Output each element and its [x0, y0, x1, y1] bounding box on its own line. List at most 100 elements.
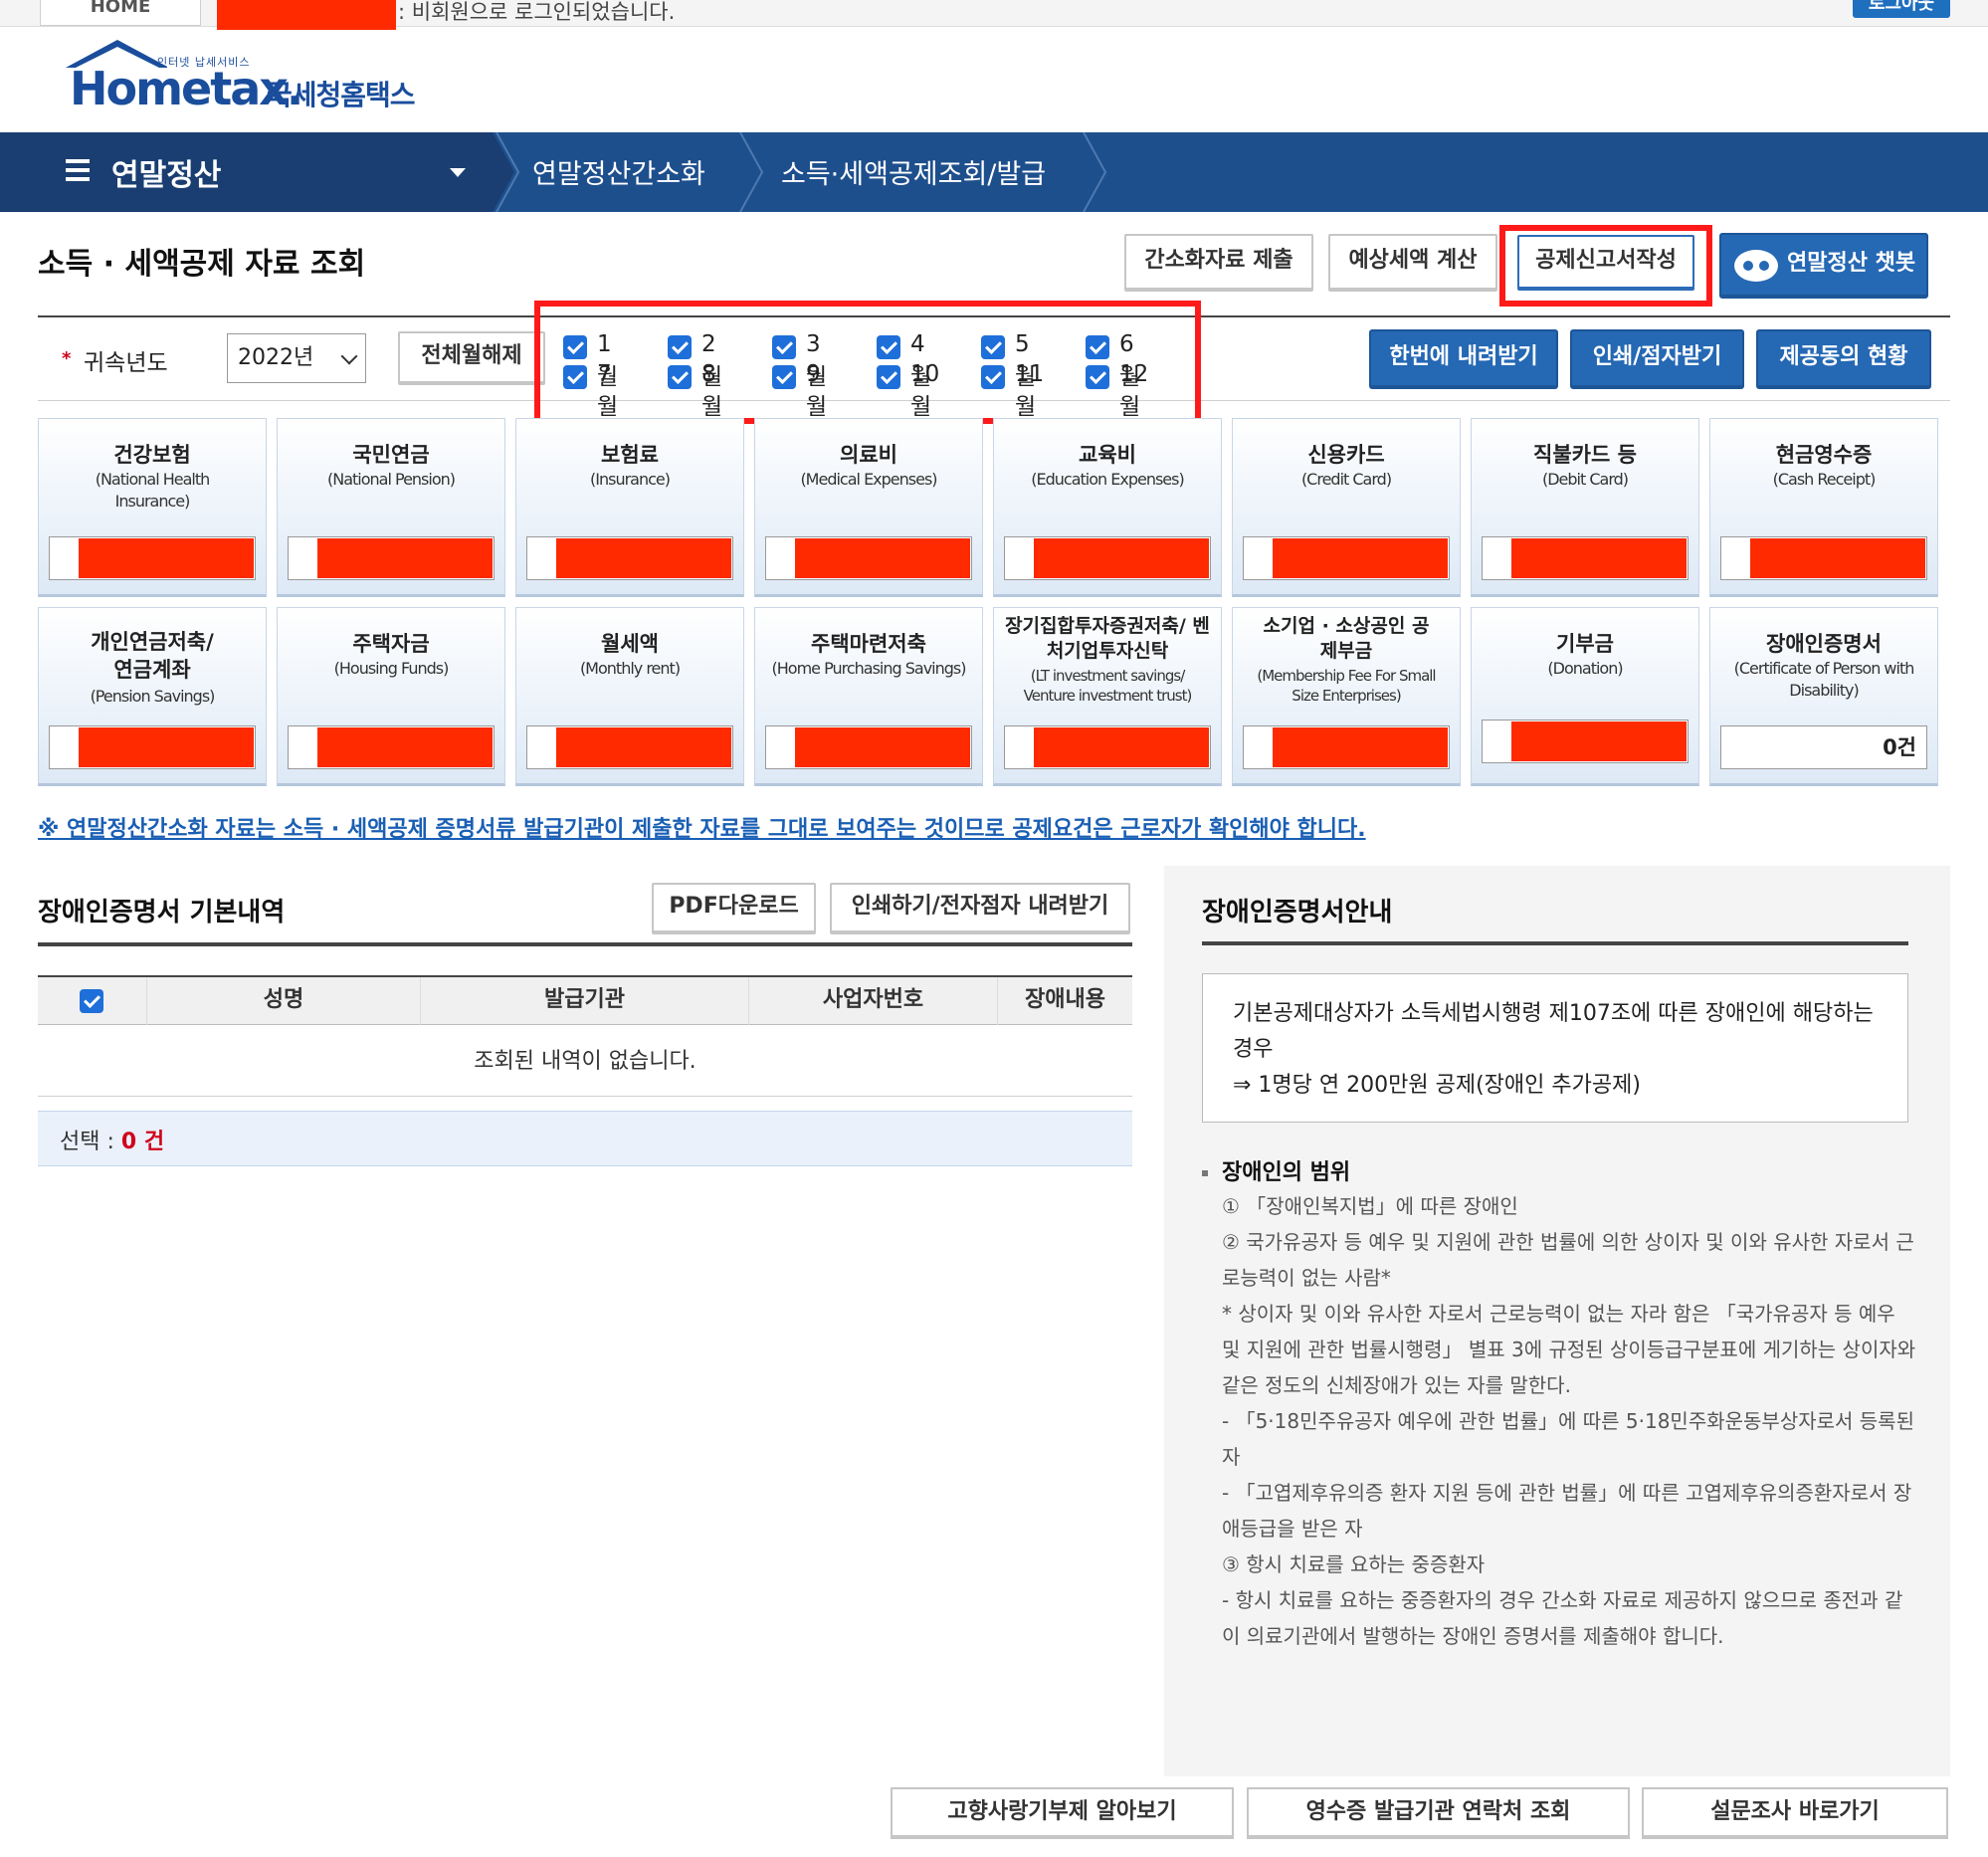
card-disability-certificate[interactable]: 장애인증명서 (Certificate of Person with Disab…: [1709, 607, 1938, 786]
redacted-value: [317, 538, 493, 578]
card-subtitle: (Cash Receipt): [1772, 470, 1877, 489]
redacted-value: [1511, 538, 1687, 578]
scope-title-text: 장애인의 범위: [1222, 1160, 1351, 1185]
card-credit-card[interactable]: 신용카드 (Credit Card): [1232, 418, 1461, 597]
card-title: 장기집합투자증권저축/ 벤처기업투자신탁: [1005, 615, 1210, 662]
breadcrumb-simplified[interactable]: 연말정산간소화: [532, 152, 705, 191]
table-empty-message: 조회된 내역이 없습니다.: [38, 1027, 1132, 1097]
chevron-separator-icon: [493, 132, 520, 212]
redacted-value: [1750, 538, 1925, 578]
guide-summary-box: 기본공제대상자가 소득세법시행령 제107조에 따른 장애인에 해당하는 경우 …: [1202, 973, 1908, 1123]
card-value: 0건: [1720, 725, 1927, 769]
column-header-issuer: 발급기관: [421, 977, 749, 1025]
card-subtitle: (Certificate of Person with Disability): [1733, 659, 1915, 700]
scope-line: * 상이자 및 이와 유사한 자로서 근로능력이 없는 자라 함은 「국가유공자…: [1222, 1302, 1916, 1397]
card-title: 주택자금: [352, 632, 430, 656]
hometown-donation-button[interactable]: 고향사랑기부제 알아보기: [891, 1787, 1234, 1839]
checkbox-checked-icon[interactable]: [80, 989, 103, 1013]
receipt-issuer-contact-button[interactable]: 영수증 발급기관 연락처 조회: [1247, 1787, 1630, 1839]
card-lt-investment-savings[interactable]: 장기집합투자증권저축/ 벤처기업투자신탁 (LT investment savi…: [993, 607, 1222, 786]
chevron-down-icon[interactable]: [450, 168, 466, 177]
year-label: 귀속년도: [84, 350, 168, 376]
menu-title: 연말정산: [111, 158, 222, 193]
bullet-square-icon: [1202, 1170, 1208, 1176]
page-title: 소득 · 세액공제 자료 조회: [38, 247, 366, 282]
scope-line: - 「고엽제후유의증 환자 지원 등에 관한 법률」에 따른 고엽제후유의증환자…: [1222, 1481, 1912, 1541]
download-all-button[interactable]: 한번에 내려받기: [1369, 329, 1558, 389]
menu-dropdown[interactable]: 연말정산: [0, 132, 493, 212]
highlight-box-report: [1499, 225, 1712, 307]
card-housing-funds[interactable]: 주택자금 (Housing Funds): [277, 607, 505, 786]
scope-body: ① 「장애인복지법」에 따른 장애인 ② 국가유공자 등 예우 및 지원에 관한…: [1222, 1188, 1918, 1654]
clear-all-months-button[interactable]: 전체월해제: [398, 331, 545, 385]
card-cash-receipt[interactable]: 현금영수증 (Cash Receipt): [1709, 418, 1938, 597]
card-subtitle: (Credit Card): [1300, 470, 1392, 489]
chatbot-icon: [1734, 250, 1778, 282]
year-select-value: 2022년: [238, 345, 314, 370]
card-subtitle: (Education Expenses): [1031, 470, 1184, 489]
print-braille-button[interactable]: 인쇄/점자받기: [1570, 329, 1744, 389]
chatbot-button[interactable]: 연말정산 챗봇: [1719, 233, 1928, 299]
redacted-value: [795, 727, 970, 767]
redacted-value: [1034, 727, 1209, 767]
login-status-message: : 비회원으로 로그인되었습니다.: [398, 0, 676, 24]
scope-line: ② 국가유공자 등 예우 및 지원에 관한 법률에 의한 상이자 및 이와 유사…: [1222, 1230, 1914, 1290]
year-select[interactable]: 2022년: [227, 333, 366, 383]
redacted-user-name: [217, 0, 396, 30]
card-title: 주택마련저축: [811, 632, 926, 656]
section-divider: [38, 942, 1132, 946]
card-national-pension[interactable]: 국민연금 (National Pension): [277, 418, 505, 597]
redacted-value: [1034, 538, 1209, 578]
chevron-separator-icon: [739, 132, 764, 212]
selection-summary: 선택 : 0 건: [38, 1111, 1132, 1166]
card-title: 건강보험: [113, 443, 191, 467]
card-title: 의료비: [840, 443, 897, 467]
redacted-value: [556, 727, 731, 767]
print-braille-download-button[interactable]: 인쇄하기/전자점자 내려받기: [830, 883, 1130, 934]
card-insurance[interactable]: 보험료 (Insurance): [515, 418, 744, 597]
home-tab[interactable]: HOME: [40, 0, 201, 26]
scope-line: ① 「장애인복지법」에 따른 장애인: [1222, 1194, 1518, 1218]
scope-title: 장애인의 범위: [1202, 1154, 1350, 1186]
card-health-insurance[interactable]: 건강보험 (National Health Insurance): [38, 418, 267, 597]
section-title-disability-basic: 장애인증명서 기본내역: [38, 898, 286, 928]
column-header-disability: 장애내용: [1025, 987, 1105, 1012]
scope-line: - 항시 치료를 요하는 중증환자의 경우 간소화 자료로 제공하지 않으므로 …: [1222, 1588, 1903, 1648]
breadcrumb-deduction-lookup[interactable]: 소득·세액공제조회/발급: [781, 152, 1046, 191]
chevron-separator-icon: [1083, 132, 1107, 212]
card-subtitle: (Housing Funds): [333, 659, 450, 678]
card-subtitle: (Membership Fee For Small Size Enterpris…: [1257, 667, 1436, 705]
card-title: 신용카드: [1307, 443, 1385, 467]
hometax-logo[interactable]: 인터넷 납세서비스 Hometax. 국세청홈택스: [58, 38, 436, 129]
estimate-tax-button[interactable]: 예상세액 계산: [1328, 234, 1497, 292]
redacted-value: [1273, 538, 1448, 578]
card-subtitle: (Pension Savings): [90, 687, 216, 706]
card-pension-savings[interactable]: 개인연금저축/ 연금계좌 (Pension Savings): [38, 607, 267, 786]
card-education-expenses[interactable]: 교육비 (Education Expenses): [993, 418, 1222, 597]
main-nav: 연말정산 연말정산간소화 소득·세액공제조회/발급: [0, 132, 1988, 212]
select-all-cell: [38, 977, 147, 1025]
card-title: 교육비: [1079, 443, 1136, 467]
hamburger-icon[interactable]: [66, 159, 90, 183]
chatbot-label: 연말정산 챗봇: [1787, 251, 1916, 276]
card-monthly-rent[interactable]: 월세액 (Monthly rent): [515, 607, 744, 786]
card-home-purchasing-savings[interactable]: 주택마련저축 (Home Purchasing Savings): [754, 607, 983, 786]
consent-status-button[interactable]: 제공동의 현황: [1756, 329, 1931, 389]
survey-button[interactable]: 설문조사 바로가기: [1642, 1787, 1948, 1839]
deduction-notice-link[interactable]: ※ 연말정산간소화 자료는 소득 · 세액공제 증명서류 발급기관이 제출한 자…: [38, 811, 1366, 843]
column-header-business-number: 사업자번호: [749, 977, 998, 1025]
submit-simplified-data-button[interactable]: 간소화자료 제출: [1124, 234, 1313, 292]
card-title: 소기업 · 소상공인 공제부금: [1263, 615, 1430, 662]
card-medical-expenses[interactable]: 의료비 (Medical Expenses): [754, 418, 983, 597]
logout-button[interactable]: 로그아웃: [1853, 0, 1950, 18]
card-donation[interactable]: 기부금 (Donation): [1471, 607, 1699, 786]
card-debit-card[interactable]: 직불카드 등 (Debit Card): [1471, 418, 1699, 597]
required-marker: *: [62, 348, 72, 369]
card-subtitle: (National Pension): [326, 470, 456, 489]
redacted-value: [79, 727, 254, 767]
disability-guide-panel: 장애인증명서안내 기본공제대상자가 소득세법시행령 제107조에 따른 장애인에…: [1164, 866, 1950, 1776]
pdf-download-button[interactable]: PDF다운로드: [652, 883, 816, 934]
selection-count-value: 0 건: [120, 1130, 165, 1154]
card-small-enterprise-fee[interactable]: 소기업 · 소상공인 공제부금 (Membership Fee For Smal…: [1232, 607, 1461, 786]
card-title: 월세액: [601, 632, 659, 656]
